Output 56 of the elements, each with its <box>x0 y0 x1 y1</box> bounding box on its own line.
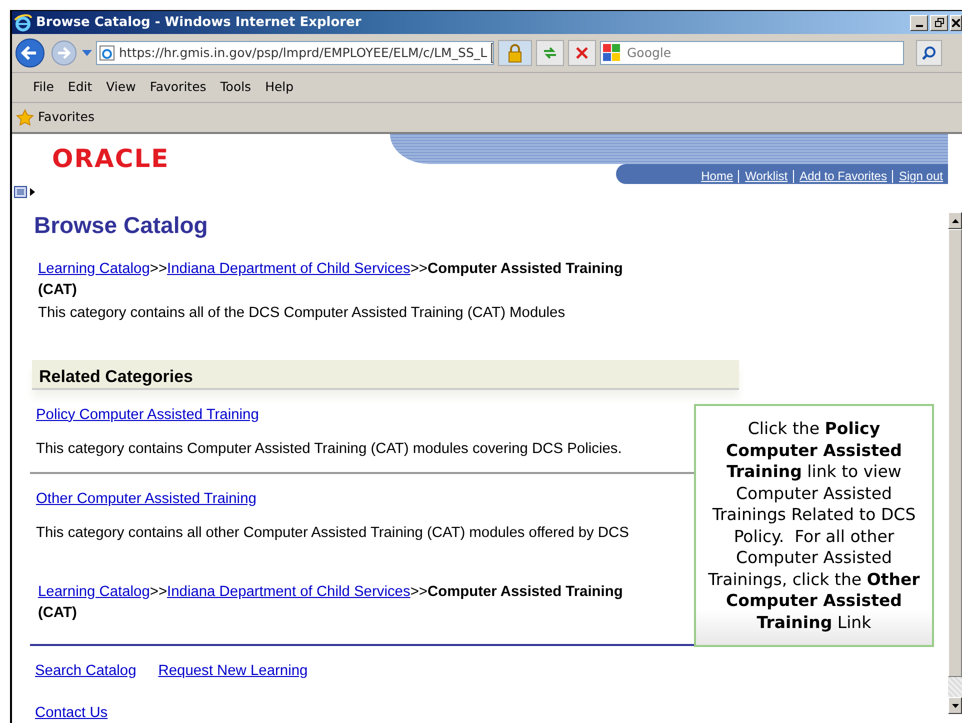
minimize-icon <box>916 24 922 26</box>
footer-link[interactable]: Search Catalog <box>35 660 136 682</box>
lock-button[interactable] <box>498 40 532 66</box>
menu-item[interactable]: Help <box>258 76 301 99</box>
browser-logo-icon <box>14 14 32 32</box>
category-link[interactable]: Policy Computer Assisted Training <box>36 406 259 423</box>
oracle-logo: ORACLE <box>51 143 170 175</box>
search-box[interactable]: Google <box>600 41 904 65</box>
breadcrumb-link[interactable]: Indiana Department of Child Services <box>167 260 410 276</box>
breadcrumb-link[interactable]: Learning Catalog <box>38 584 150 600</box>
nav-link[interactable]: Home <box>695 170 740 183</box>
close-button[interactable] <box>950 14 962 30</box>
search-button[interactable] <box>916 40 942 66</box>
category-link[interactable]: Other Computer Assisted Training <box>36 490 256 507</box>
breadcrumb-link[interactable]: Indiana Department of Child Services <box>167 584 410 600</box>
page-title: Browse Catalog <box>34 211 209 240</box>
page-icon <box>99 45 115 61</box>
restore-button[interactable] <box>930 14 948 30</box>
page-menu-icon[interactable] <box>14 186 28 198</box>
search-icon <box>922 46 936 60</box>
lock-icon <box>507 43 523 63</box>
minimize-button[interactable] <box>910 14 928 30</box>
menu-item[interactable]: Tools <box>213 76 258 99</box>
breadcrumb: Learning Catalog>>Indiana Department of Child Services>>Computer Assisted Training (CAT) <box>38 260 624 300</box>
address-field[interactable]: https://hr.gmis.in.gov/psp/lmprd/EMPLOYEE/ELM/c/LM_SS_L <box>96 41 494 65</box>
expand-arrow-icon[interactable] <box>30 188 35 196</box>
up-arrow-icon[interactable] <box>952 218 958 222</box>
category-description: This category contains all other Computer Assisted Training (CAT) modules offered by DCS <box>36 524 629 543</box>
refresh-icon <box>542 45 558 61</box>
favorites-label[interactable]: Favorites <box>38 108 94 127</box>
nav-link[interactable]: Worklist <box>739 170 794 183</box>
search-provider-icon <box>603 44 621 62</box>
star-icon <box>16 108 34 126</box>
footer-link[interactable]: Contact Us <box>35 702 108 723</box>
footer-link[interactable]: Request New Learning <box>158 660 308 682</box>
breadcrumb: Learning Catalog>>Indiana Department of Child Services>>Computer Assisted Training (CAT) <box>38 582 624 623</box>
stop-button[interactable] <box>568 40 596 66</box>
category-description: This category contains Computer Assisted Training (CAT) modules covering DCS Policies. <box>36 440 622 459</box>
window-title: Browse Catalog - Windows Internet Explorer <box>36 14 362 32</box>
menu-item[interactable]: Favorites <box>142 76 214 99</box>
menu-item[interactable]: View <box>99 76 143 99</box>
dropdown-arrow-icon[interactable] <box>82 49 92 57</box>
nav-link[interactable]: Sign out <box>892 170 948 183</box>
menu-item[interactable]: Edit <box>60 76 100 99</box>
section-heading: Related Categories <box>32 360 739 390</box>
down-arrow-icon[interactable] <box>952 704 958 708</box>
restore-icon <box>934 18 944 27</box>
nav-link[interactable]: Add to Favorites <box>794 170 893 183</box>
close-icon <box>952 18 960 26</box>
menu-item[interactable]: File <box>26 76 61 99</box>
callout-note: Click the Policy Computer Assisted Training link to view Computer Assisted Trainings Related to DCS Policy. For all other Computer Assisted Trainings, click the Other Computer Assisted Training Link <box>694 404 934 647</box>
breadcrumb-link[interactable]: Learning Catalog <box>38 260 150 276</box>
back-button[interactable] <box>14 37 46 69</box>
category-description: This category contains all of the DCS Computer Assisted Training (CAT) Modules <box>38 304 566 322</box>
refresh-button[interactable] <box>536 40 564 66</box>
stop-icon <box>576 47 588 59</box>
